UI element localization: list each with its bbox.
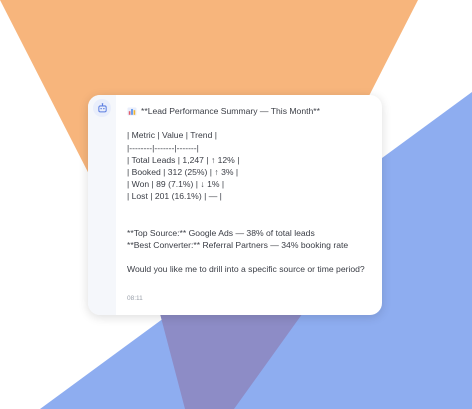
message-title: **Lead Performance Summary — This Month*… [141,106,320,116]
screen: **Lead Performance Summary — This Month*… [0,0,472,409]
message-content: **Lead Performance Summary — This Month*… [127,105,377,276]
best-converter-line: **Best Converter:** Referral Partners — … [127,240,349,251]
chat-message-card: **Lead Performance Summary — This Month*… [88,95,382,315]
message-timestamp: 08:11 [127,295,143,302]
follow-up-question: Would you like me to drill into a specif… [127,264,365,275]
table-line: | Lost | 201 (16.1%) | — | [127,191,222,202]
table-line: | Metric | Value | Trend | [127,130,217,141]
table-line: | Booked | 312 (25%) | ↑ 3% | [127,166,239,177]
table-line: |--------|-------|-------| [127,142,199,153]
robot-icon [97,102,107,112]
table-line: | Won | 89 (7.1%) | ↓ 1% | [127,179,225,190]
table-line: | Total Leads | 1,247 | ↑ 12% | [127,154,240,165]
bar-chart-icon [127,107,137,116]
avatar-rail [88,95,116,315]
bot-avatar [93,99,111,117]
top-source-line: **Top Source:** Google Ads — 38% of tota… [127,227,315,238]
message-title-row: **Lead Performance Summary — This Month*… [127,105,377,117]
